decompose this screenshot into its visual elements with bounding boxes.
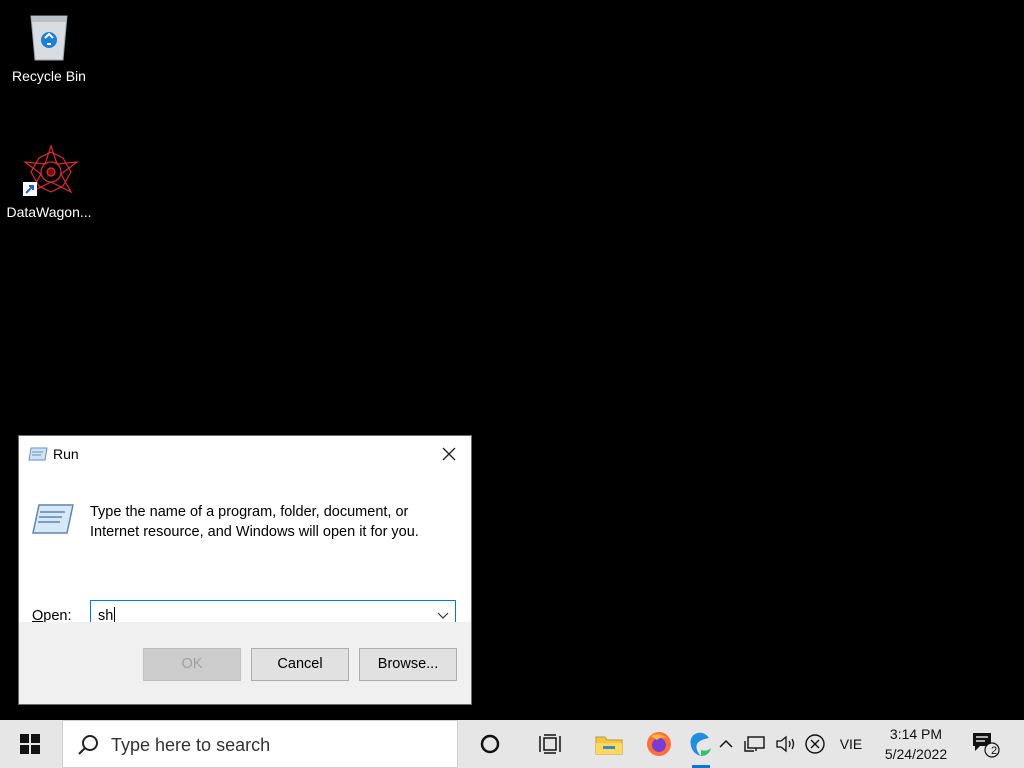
network-button[interactable] <box>740 720 770 768</box>
dialog-body: Type the name of a program, folder, docu… <box>19 472 471 630</box>
title-bar[interactable]: Run <box>19 436 471 472</box>
network-icon <box>744 736 765 752</box>
dialog-title: Run <box>53 446 79 462</box>
search-icon <box>78 735 98 755</box>
close-button[interactable] <box>427 436 471 472</box>
close-circle-icon <box>805 734 825 754</box>
volume-button[interactable] <box>773 720 799 768</box>
edge-button[interactable] <box>688 720 714 768</box>
windows-logo-icon <box>20 734 40 754</box>
clock-date: 5/24/2022 <box>884 746 948 762</box>
browse-button[interactable]: Browse... <box>359 648 457 681</box>
taskbar: Type here to search VIE 3:14 PM 5/24/202… <box>0 720 1024 768</box>
desktop-icon-datawagon[interactable]: DataWagon... <box>0 144 98 220</box>
recycle-bin-icon <box>21 8 77 64</box>
file-explorer-icon <box>595 736 623 755</box>
cancel-button[interactable]: Cancel <box>251 648 349 681</box>
desktop-icon-label: Recycle Bin <box>12 68 86 84</box>
run-program-icon <box>31 502 75 536</box>
close-icon <box>442 447 456 461</box>
firefox-icon <box>647 732 671 756</box>
clock-time: 3:14 PM <box>889 726 943 742</box>
cortana-circle-icon <box>480 734 500 754</box>
status-button[interactable] <box>802 720 828 768</box>
datawagon-icon <box>21 144 80 200</box>
desktop-icon-recycle-bin[interactable]: Recycle Bin <box>0 8 98 84</box>
notification-center-button[interactable]: 2 <box>966 720 1006 768</box>
edge-icon <box>690 732 711 756</box>
show-hidden-icons-button[interactable] <box>715 720 737 768</box>
ok-button[interactable]: OK <box>143 648 241 681</box>
volume-icon <box>776 735 795 753</box>
run-dialog: Run Type the name of a program, folder, … <box>18 435 472 705</box>
dialog-footer: OK Cancel Browse... <box>19 622 471 704</box>
run-app-icon <box>28 446 48 462</box>
task-view-icon <box>539 734 561 754</box>
taskbar-clock[interactable]: 3:14 PM 5/24/2022 <box>872 720 960 768</box>
chevron-down-icon[interactable] <box>437 610 449 620</box>
dialog-description: Type the name of a program, folder, docu… <box>90 504 419 540</box>
desktop-icon-label: DataWagon... <box>6 204 92 220</box>
cortana-button[interactable] <box>468 720 512 768</box>
input-language[interactable]: VIE <box>834 720 868 768</box>
task-view-button[interactable] <box>528 720 572 768</box>
firefox-button[interactable] <box>637 720 681 768</box>
start-button[interactable] <box>0 720 60 768</box>
file-explorer-button[interactable] <box>587 720 631 768</box>
search-placeholder: Type here to search <box>111 735 271 755</box>
chevron-up-icon <box>719 739 733 748</box>
notification-count-badge: 2 <box>991 745 998 757</box>
taskbar-search[interactable]: Type here to search <box>62 720 458 768</box>
